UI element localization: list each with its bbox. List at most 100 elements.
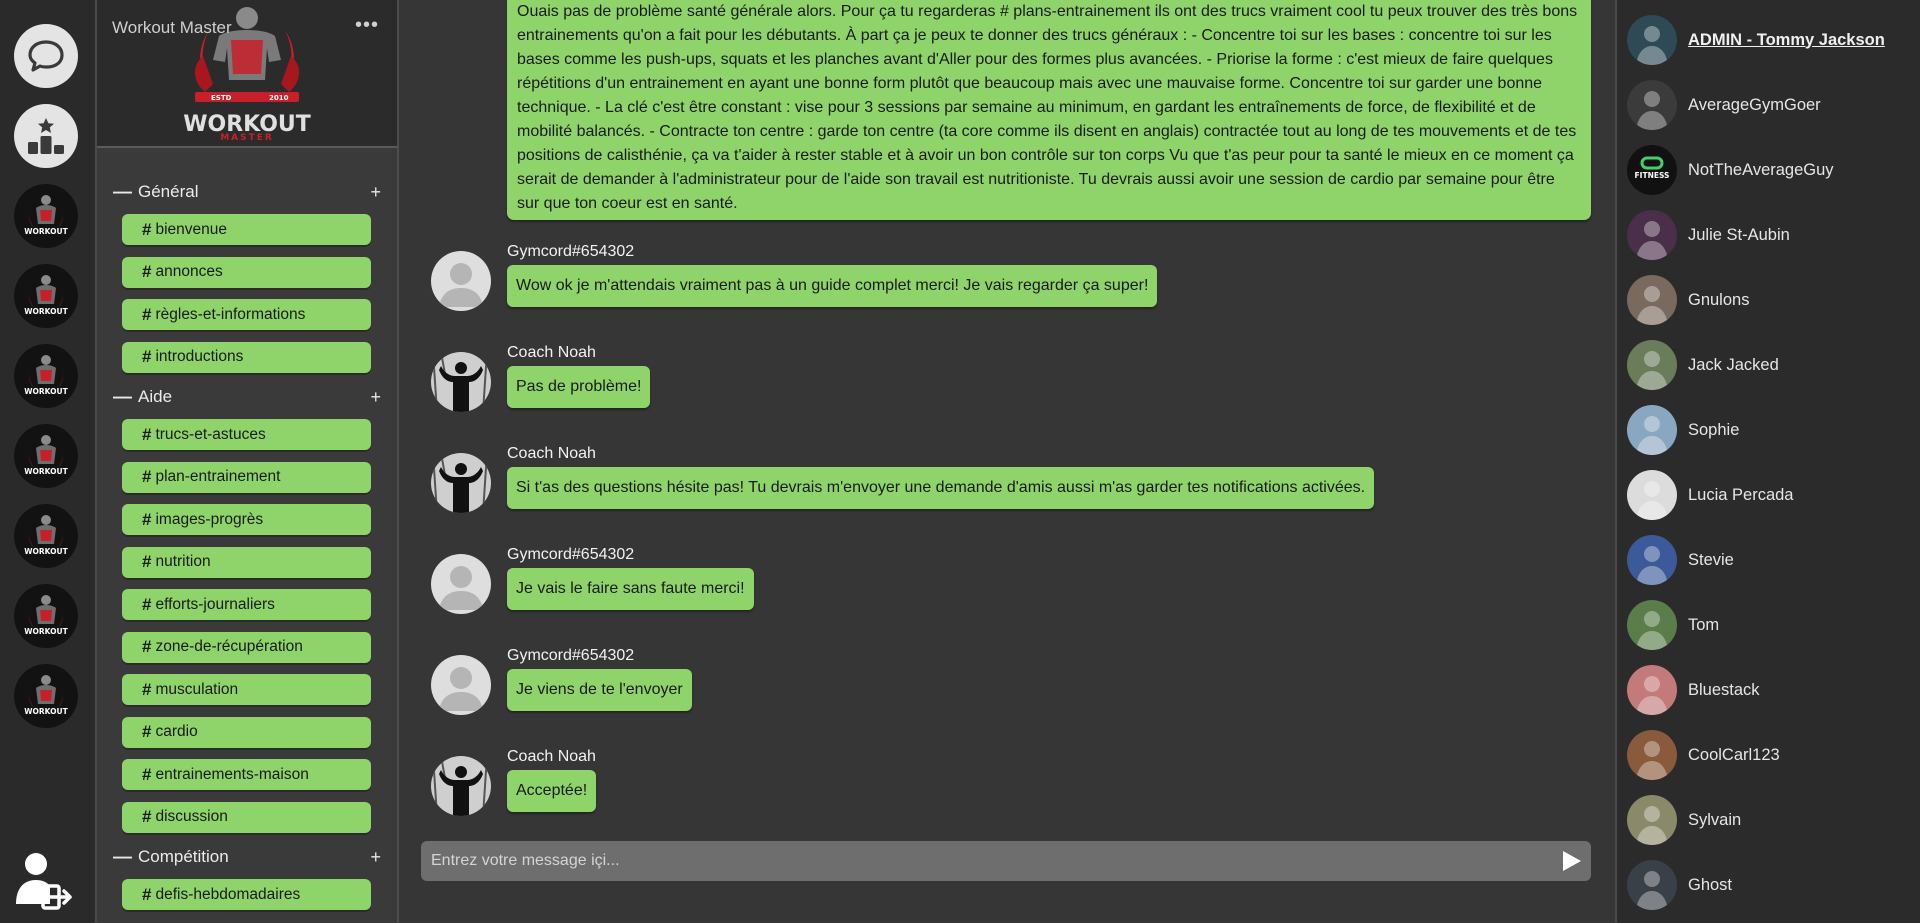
channel-item[interactable]: # defis-hebdomadaires	[122, 879, 371, 910]
message-author[interactable]: Gymcord#654302	[507, 647, 634, 665]
category-name: Aide	[138, 387, 173, 406]
member-name[interactable]: AverageGymGoer	[1688, 96, 1821, 115]
member-avatar[interactable]: FITNESS	[1627, 145, 1677, 195]
server-icon[interactable]: WORKOUT	[14, 504, 78, 568]
member-item[interactable]: FITNESS NotTheAverageGuy	[1627, 144, 1917, 196]
channel-name: trucs-et-astuces	[155, 425, 266, 443]
member-item[interactable]: Stevie	[1627, 534, 1917, 586]
channel-item[interactable]: # annonces	[122, 256, 371, 288]
member-name[interactable]: Tom	[1688, 616, 1719, 635]
member-item[interactable]: Bluestack	[1627, 664, 1917, 716]
message-author[interactable]: Coach Noah	[507, 748, 596, 766]
member-name[interactable]: ADMIN - Tommy Jackson	[1688, 31, 1885, 50]
user-logout-button[interactable]	[10, 850, 72, 912]
server-icon[interactable]: WORKOUT	[14, 184, 78, 248]
channel-name: musculation	[155, 680, 239, 698]
member-item[interactable]: CoolCarl123	[1627, 729, 1917, 781]
member-name[interactable]: Lucia Percada	[1688, 486, 1794, 505]
channel-item[interactable]: # efforts-journaliers	[122, 589, 371, 620]
server-icon[interactable]: WORKOUT	[14, 344, 78, 408]
member-avatar[interactable]	[1627, 730, 1677, 780]
send-button[interactable]	[1551, 841, 1591, 881]
member-item[interactable]: Ghost	[1627, 859, 1917, 911]
channel-item[interactable]: # bienvenue	[122, 214, 371, 245]
channel-name: cardio	[155, 723, 198, 740]
collapse-icon[interactable]: —	[113, 388, 132, 407]
category-header[interactable]: — Aide +	[113, 385, 381, 409]
category-header[interactable]: — Compétition +	[113, 845, 381, 869]
leaderboard-button[interactable]	[14, 104, 78, 168]
channel-name: defis-hebdomadaires	[155, 885, 301, 903]
channel-item[interactable]: # discussion	[122, 801, 371, 833]
member-name[interactable]: Julie St-Aubin	[1688, 226, 1790, 245]
member-name[interactable]: Ghost	[1688, 876, 1732, 895]
channel-item[interactable]: # musculation	[122, 674, 371, 705]
message-avatar[interactable]	[431, 554, 491, 614]
channel-item[interactable]: # cardio	[122, 716, 371, 748]
member-item[interactable]: Tom	[1627, 599, 1917, 651]
add-channel-button[interactable]: +	[370, 848, 381, 866]
channel-item[interactable]: # introductions	[122, 341, 371, 373]
member-avatar[interactable]	[1627, 210, 1677, 260]
channel-item[interactable]: # nutrition	[122, 546, 371, 578]
member-name[interactable]: Gnulons	[1688, 291, 1749, 310]
channel-item[interactable]: # images-progrès	[122, 504, 371, 535]
direct-messages-button[interactable]	[14, 24, 78, 88]
collapse-icon[interactable]: —	[113, 183, 132, 202]
member-avatar[interactable]	[1627, 15, 1677, 65]
server-icon[interactable]: WORKOUT	[14, 664, 78, 728]
message-author[interactable]: Gymcord#654302	[507, 243, 634, 261]
member-item[interactable]: Jack Jacked	[1627, 339, 1917, 391]
member-avatar[interactable]	[1627, 470, 1677, 520]
message-author[interactable]: Gymcord#654302	[507, 546, 634, 564]
member-avatar[interactable]	[1627, 275, 1677, 325]
add-channel-button[interactable]: +	[370, 183, 381, 201]
add-channel-button[interactable]: +	[370, 388, 381, 406]
member-avatar[interactable]	[1627, 535, 1677, 585]
member-avatar[interactable]	[1627, 665, 1677, 715]
message-avatar[interactable]	[431, 453, 491, 513]
member-name[interactable]: Sylvain	[1688, 811, 1741, 830]
channel-item[interactable]: # trucs-et-astuces	[122, 419, 371, 450]
category-header[interactable]: — Général +	[113, 180, 381, 204]
member-item[interactable]: AverageGymGoer	[1627, 79, 1917, 131]
message-input[interactable]	[421, 841, 1551, 881]
channel-item[interactable]: # règles-et-informations	[122, 299, 371, 330]
member-name[interactable]: Stevie	[1688, 551, 1734, 570]
member-avatar[interactable]	[1627, 340, 1677, 390]
channel-item[interactable]: # entrainements-maison	[122, 759, 371, 790]
collapse-icon[interactable]: —	[113, 848, 132, 867]
member-avatar[interactable]	[1627, 80, 1677, 130]
message-avatar[interactable]	[431, 352, 491, 412]
channel-name: zone-de-récupération	[155, 638, 303, 655]
member-name[interactable]: Sophie	[1688, 421, 1739, 440]
member-item-admin[interactable]: ADMIN - Tommy Jackson	[1627, 14, 1917, 66]
server-menu-button[interactable]: •••	[355, 14, 379, 37]
member-name[interactable]: CoolCarl123	[1688, 746, 1780, 765]
member-item[interactable]: Julie St-Aubin	[1627, 209, 1917, 261]
member-avatar[interactable]	[1627, 600, 1677, 650]
member-name[interactable]: Bluestack	[1688, 681, 1760, 700]
message-avatar[interactable]	[431, 756, 491, 816]
member-item[interactable]: Gnulons	[1627, 274, 1917, 326]
channel-item[interactable]: # zone-de-récupération	[122, 631, 371, 663]
member-name[interactable]: Jack Jacked	[1688, 356, 1779, 375]
server-icon[interactable]: WORKOUT	[14, 584, 78, 648]
member-avatar[interactable]	[1627, 405, 1677, 455]
channel-name: efforts-journaliers	[155, 595, 275, 613]
server-icon[interactable]: WORKOUT	[14, 264, 78, 328]
member-avatar[interactable]	[1627, 860, 1677, 910]
hash-icon: #	[142, 262, 152, 281]
member-item[interactable]: Lucia Percada	[1627, 469, 1917, 521]
server-header: Workout Master ••• ESTD 2010 WORKOUT MAS…	[97, 0, 397, 148]
member-item[interactable]: Sylvain	[1627, 794, 1917, 846]
channel-item[interactable]: # plan-entrainement	[122, 461, 371, 493]
server-icon[interactable]: WORKOUT	[14, 424, 78, 488]
message-avatar[interactable]	[431, 251, 491, 311]
message-avatar[interactable]	[431, 655, 491, 715]
member-item[interactable]: Sophie	[1627, 404, 1917, 456]
member-avatar[interactable]	[1627, 795, 1677, 845]
member-name[interactable]: NotTheAverageGuy	[1688, 161, 1834, 180]
message-author[interactable]: Coach Noah	[507, 344, 596, 362]
message-author[interactable]: Coach Noah	[507, 445, 596, 463]
